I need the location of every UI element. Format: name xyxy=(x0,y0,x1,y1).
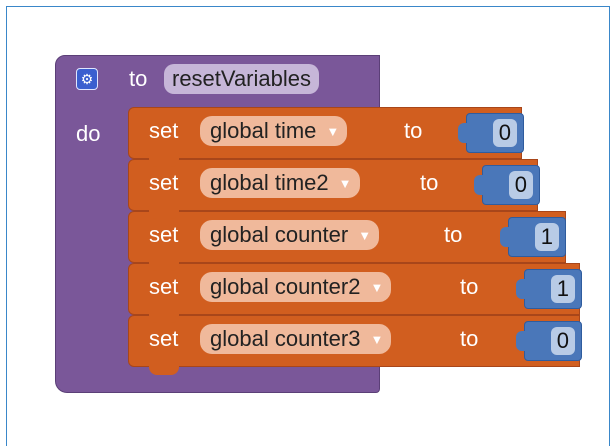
set-block[interactable]: set global counter3 ▼ to xyxy=(128,315,580,375)
set-keyword: set xyxy=(149,222,179,247)
set-keyword: set xyxy=(149,170,179,195)
set-block[interactable]: set global counter2 ▼ to xyxy=(128,263,580,323)
dropdown-caret-icon: ▼ xyxy=(338,176,352,191)
number-block[interactable]: 0 xyxy=(458,113,524,153)
variable-dropdown[interactable]: global counter3 ▼ xyxy=(200,324,392,354)
to-keyword: to xyxy=(420,170,439,195)
number-value[interactable]: 1 xyxy=(550,275,575,303)
variable-dropdown[interactable]: global time2 ▼ xyxy=(200,168,360,198)
to-keyword: to xyxy=(444,222,463,247)
number-block-tab xyxy=(516,279,526,299)
block-notch xyxy=(149,157,179,167)
number-block-tab xyxy=(458,123,468,143)
variable-name: global counter3 xyxy=(210,326,361,351)
number-value[interactable]: 1 xyxy=(534,223,559,251)
gear-icon[interactable]: ⚙ xyxy=(76,68,98,90)
to-keyword: to xyxy=(404,118,423,143)
variable-name: global time xyxy=(210,118,317,143)
number-value[interactable]: 0 xyxy=(492,119,517,147)
procedure-name-field[interactable]: resetVariables xyxy=(164,64,319,94)
number-block[interactable]: 0 xyxy=(474,165,540,205)
number-value[interactable]: 0 xyxy=(508,171,533,199)
number-block-tab xyxy=(474,175,484,195)
variable-dropdown[interactable]: global counter ▼ xyxy=(200,220,380,250)
dropdown-caret-icon: ▼ xyxy=(326,124,340,139)
dropdown-caret-icon: ▼ xyxy=(358,228,372,243)
variable-name: global time2 xyxy=(210,170,329,195)
number-block-tab xyxy=(500,227,510,247)
set-keyword: set xyxy=(149,274,179,299)
variable-dropdown[interactable]: global time ▼ xyxy=(200,116,348,146)
block-notch xyxy=(149,365,179,375)
block-notch xyxy=(149,209,179,219)
set-keyword: set xyxy=(149,118,179,143)
variable-name: global counter xyxy=(210,222,349,247)
procedure-to-keyword: to xyxy=(129,66,148,91)
number-block-tab xyxy=(516,331,526,351)
variable-dropdown[interactable]: global counter2 ▼ xyxy=(200,272,392,302)
number-value[interactable]: 0 xyxy=(550,327,575,355)
procedure-do-keyword: do xyxy=(76,121,101,146)
number-block[interactable]: 1 xyxy=(500,217,566,257)
block-notch xyxy=(149,313,179,323)
block-notch xyxy=(149,261,179,271)
number-block[interactable]: 1 xyxy=(516,269,582,309)
to-keyword: to xyxy=(460,326,479,351)
number-block[interactable]: 0 xyxy=(516,321,582,361)
dropdown-caret-icon: ▼ xyxy=(370,332,384,347)
set-keyword: set xyxy=(149,326,179,351)
dropdown-caret-icon: ▼ xyxy=(370,280,384,295)
to-keyword: to xyxy=(460,274,479,299)
variable-name: global counter2 xyxy=(210,274,361,299)
